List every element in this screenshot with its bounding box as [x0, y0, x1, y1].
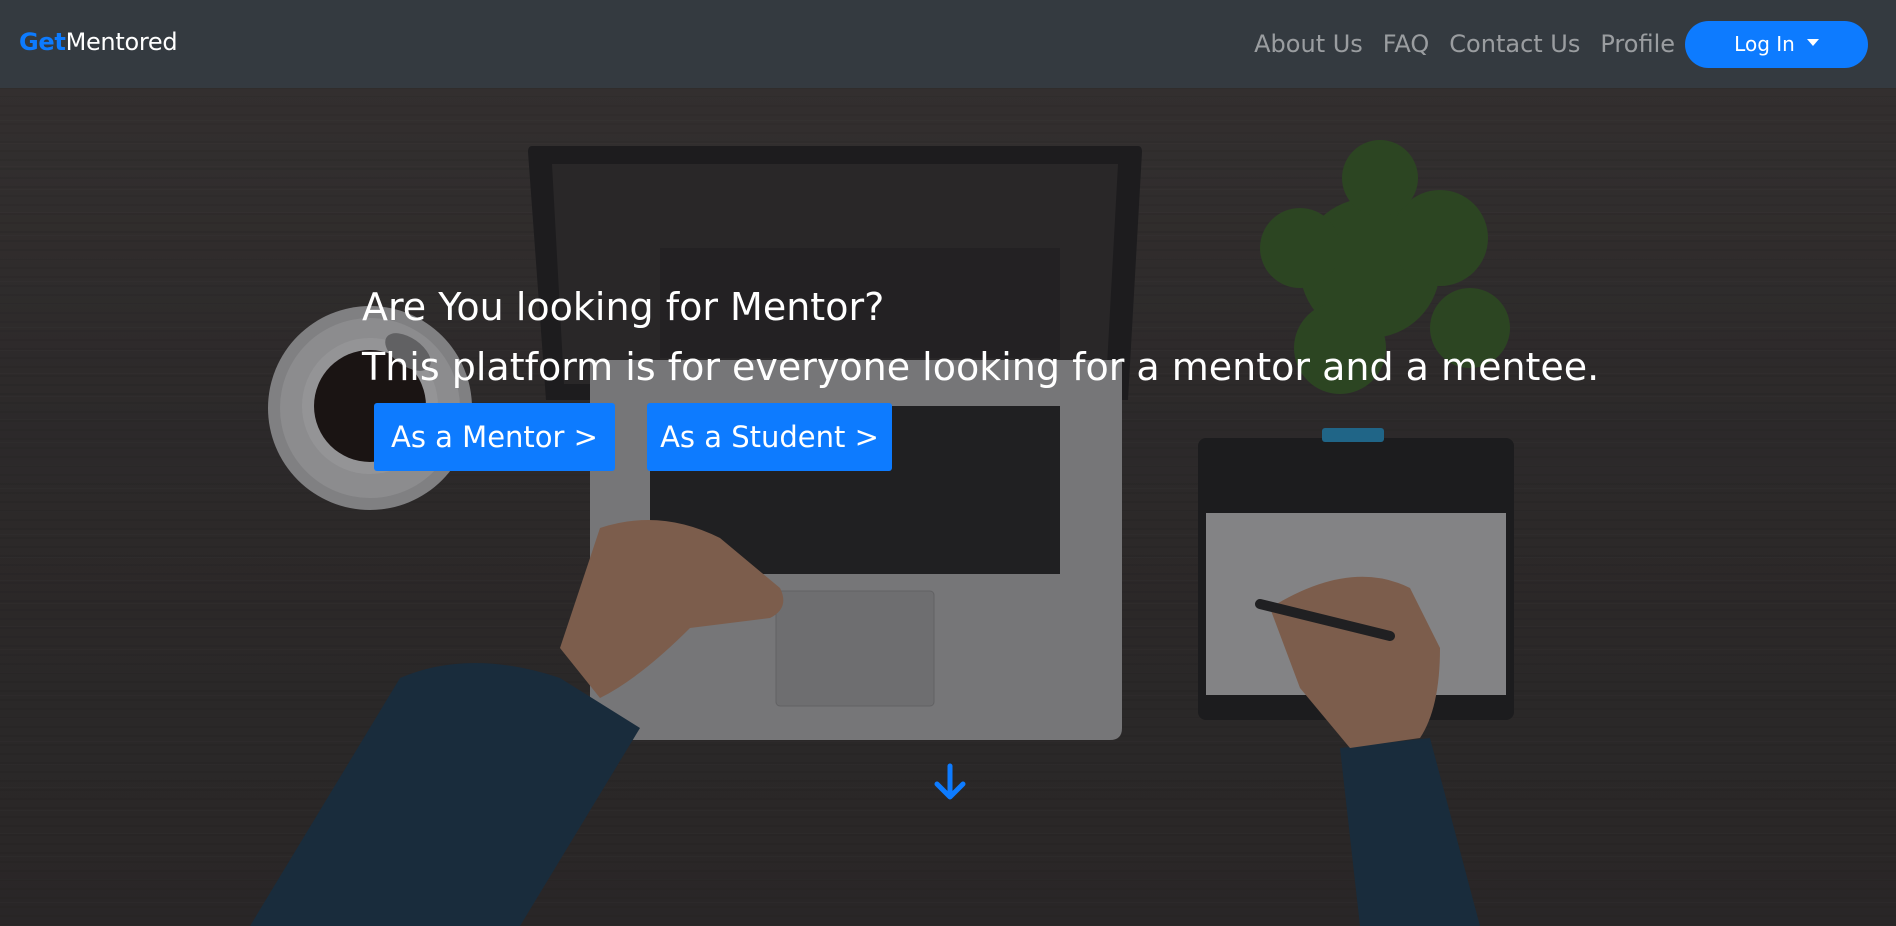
caret-down-icon — [1806, 38, 1819, 46]
cta-buttons: As a Mentor > As a Student > — [374, 403, 892, 471]
brand-logo[interactable]: GetMentored — [19, 28, 178, 56]
nav-link-profile[interactable]: Profile — [1600, 30, 1675, 58]
nav-link-about-us[interactable]: About Us — [1254, 30, 1363, 58]
nav-link-faq[interactable]: FAQ — [1383, 30, 1430, 58]
navbar: GetMentored About Us FAQ Contact Us Prof… — [0, 0, 1896, 88]
hero-heading: Are You looking for Mentor? This platfor… — [362, 277, 1599, 397]
as-student-button[interactable]: As a Student > — [647, 403, 892, 471]
nav-links: About Us FAQ Contact Us Profile Log In — [1254, 0, 1896, 88]
arrow-down-icon[interactable] — [932, 762, 968, 802]
brand-suffix: Mentored — [65, 28, 178, 56]
hero-title: Are You looking for Mentor? — [362, 285, 885, 329]
nav-link-contact-us[interactable]: Contact Us — [1449, 30, 1580, 58]
as-mentor-button[interactable]: As a Mentor > — [374, 403, 615, 471]
brand-prefix: Get — [19, 28, 66, 56]
login-dropdown-button[interactable]: Log In — [1685, 20, 1868, 68]
login-label: Log In — [1734, 32, 1795, 56]
hero-subtitle: This platform is for everyone looking fo… — [362, 345, 1600, 389]
